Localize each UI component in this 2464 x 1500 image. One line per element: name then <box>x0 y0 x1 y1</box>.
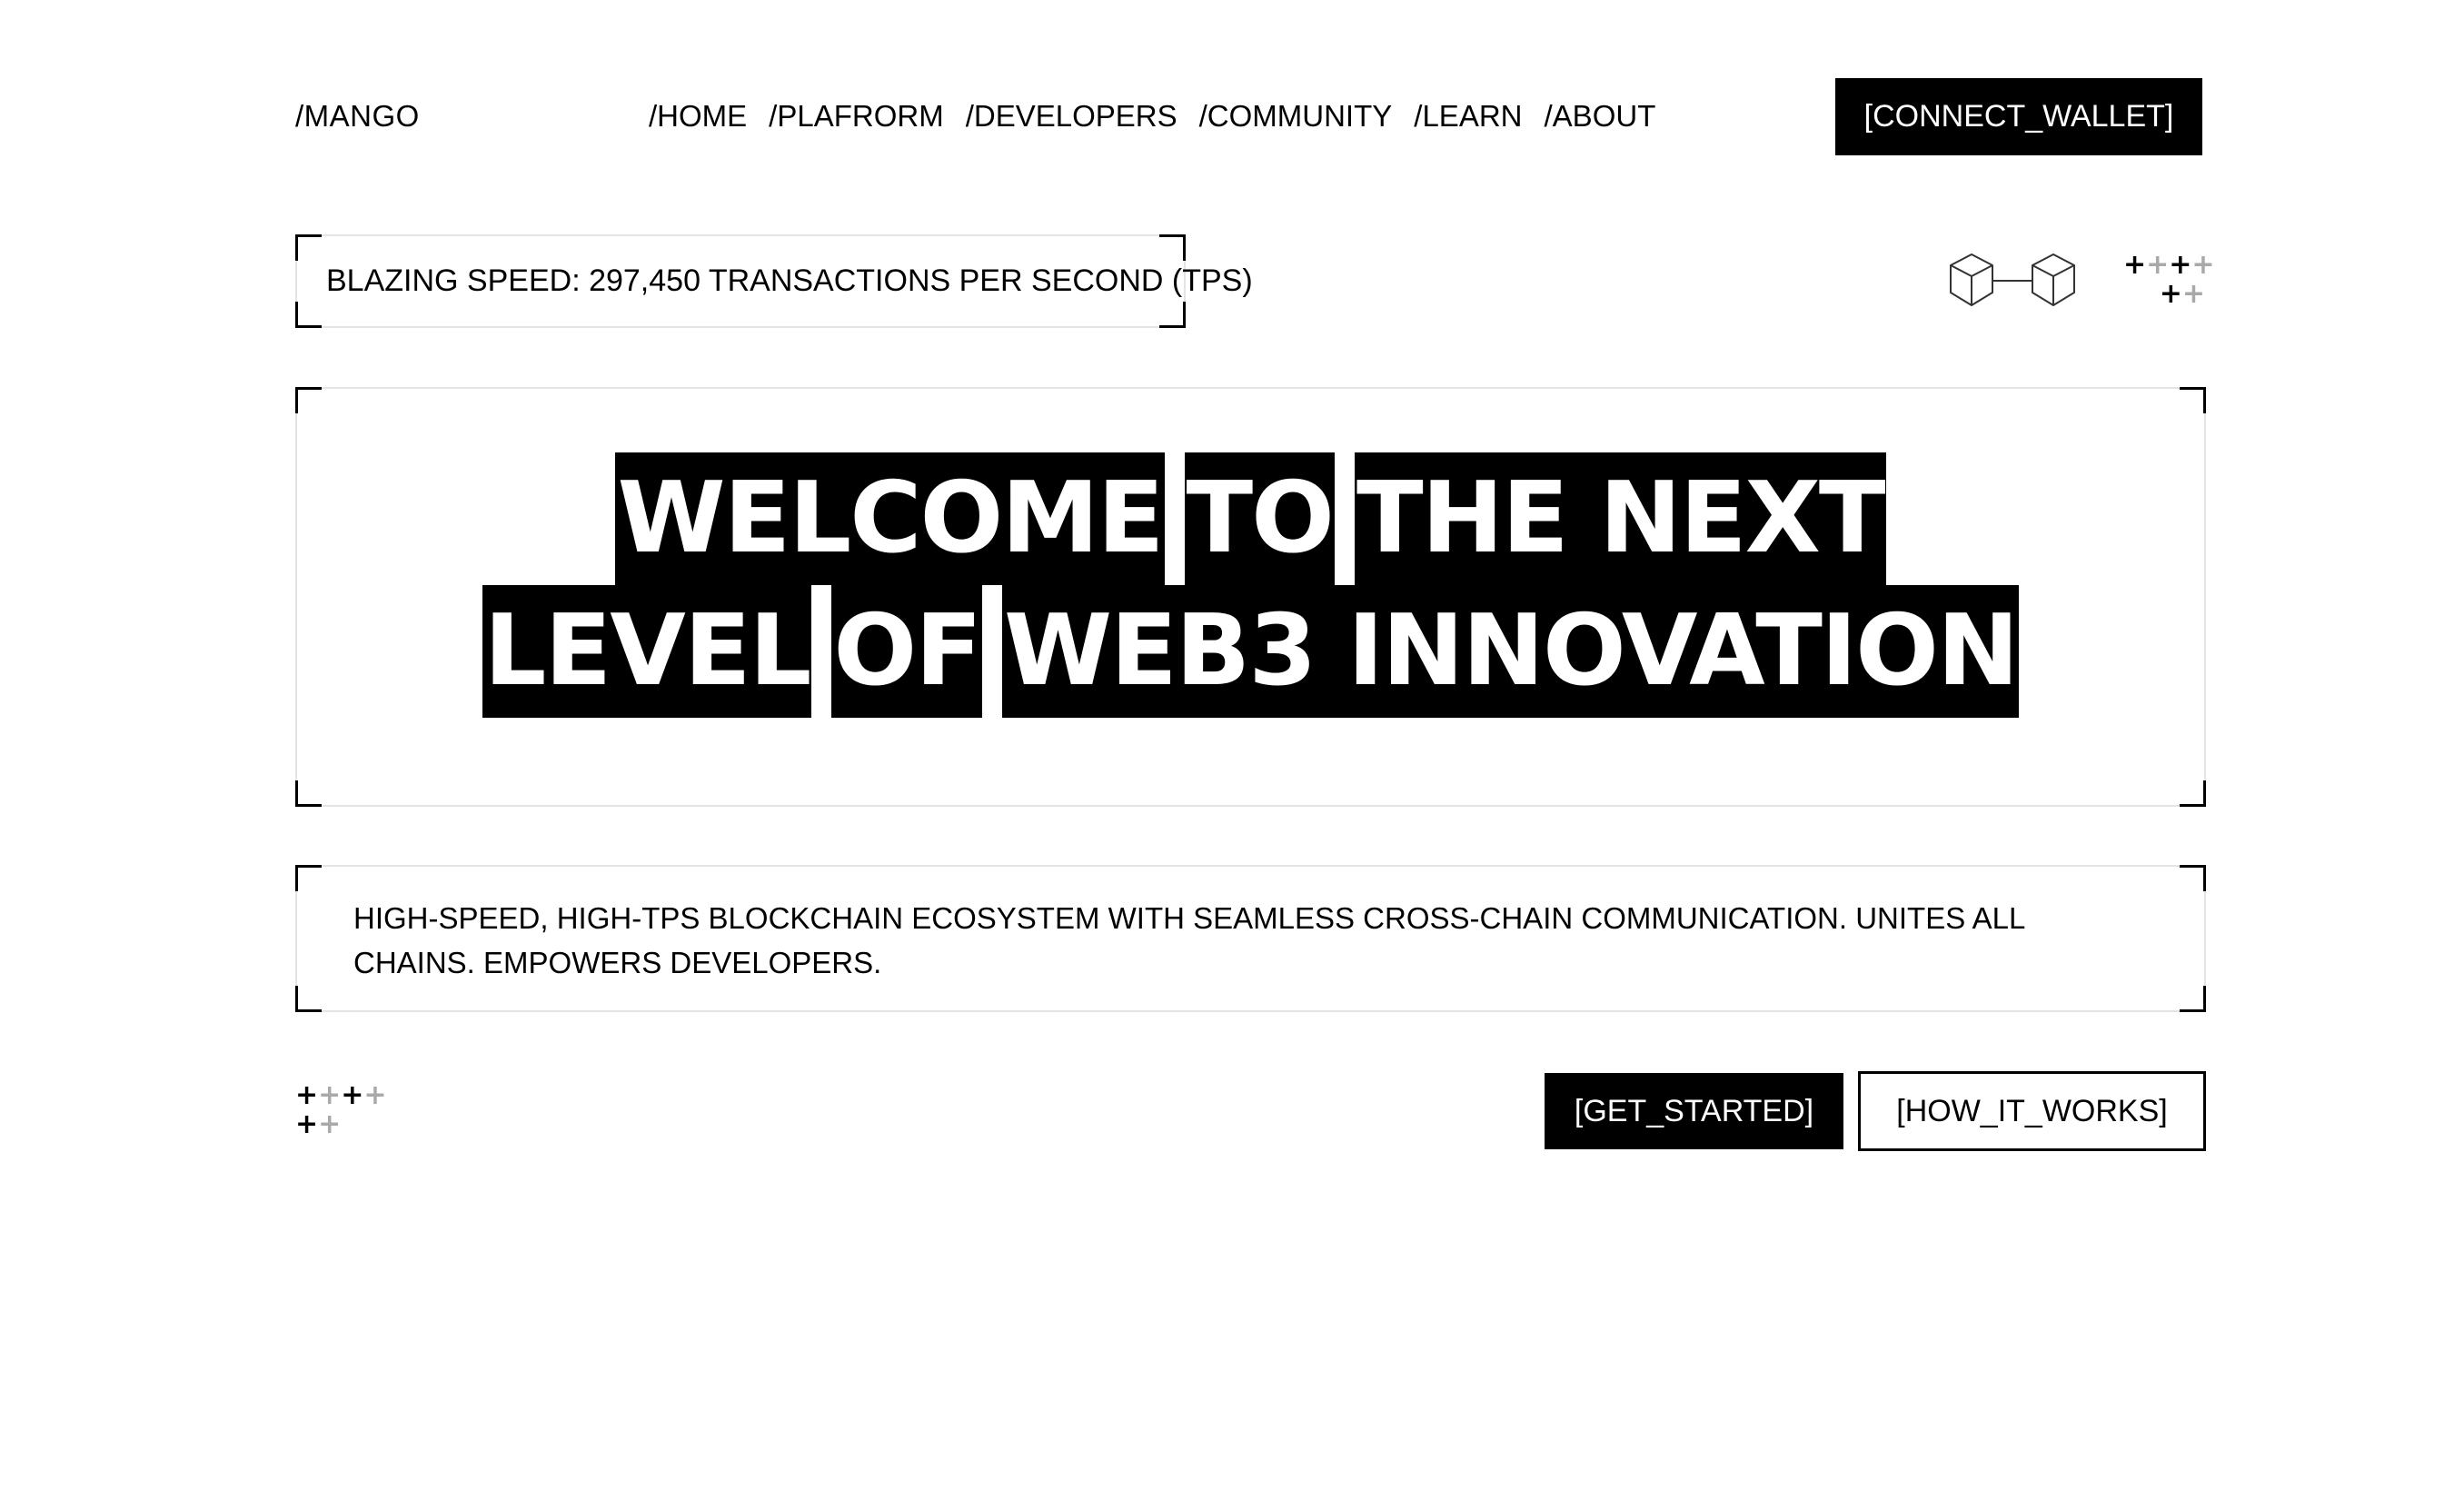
corner-bracket <box>295 387 322 413</box>
hero-box: WELCOME TO THE NEXT LEVEL OF WEB3 INNOVA… <box>295 387 2206 807</box>
landing-page: /MANGO /HOME /PLAFRORM /DEVELOPERS /COMM… <box>0 0 2464 1500</box>
description-text: HIGH-SPEED, HIGH-TPS BLOCKCHAIN ECOSYSTE… <box>353 901 2025 979</box>
hero-word: LEVEL <box>482 585 812 718</box>
hero-line-1: WELCOME TO THE NEXT <box>297 452 2204 585</box>
corner-bracket <box>295 986 322 1012</box>
corner-bracket <box>295 234 322 261</box>
hero-word: WEB3 INNOVATION <box>1002 585 2019 718</box>
corner-bracket <box>2180 986 2206 1012</box>
nav-developers[interactable]: /DEVELOPERS <box>966 98 1177 134</box>
plus-icon: + <box>295 1108 319 1140</box>
nav-home[interactable]: /HOME <box>649 98 747 134</box>
corner-bracket <box>2180 780 2206 807</box>
get-started-button[interactable]: [GET_STARTED] <box>1545 1073 1843 1149</box>
corner-bracket <box>295 302 322 328</box>
logo[interactable]: /MANGO <box>295 98 420 134</box>
plus-pattern-bottom: ++++ ++ <box>295 1081 387 1139</box>
plus-icon: + <box>2169 249 2192 281</box>
plus-icon: + <box>318 1079 342 1111</box>
hero-word: THE NEXT <box>1355 452 1886 585</box>
corner-bracket <box>295 780 322 807</box>
corner-bracket <box>2180 865 2206 891</box>
nav-platform[interactable]: /PLAFRORM <box>769 98 944 134</box>
speed-stat-text: BLAZING SPEED: 297,450 TRANSACTIONS PER … <box>326 263 1253 298</box>
plus-icon: + <box>2181 278 2205 310</box>
nav-learn[interactable]: /LEARN <box>1414 98 1522 134</box>
hero-word: OF <box>831 585 983 718</box>
hero-line-2: LEVEL OF WEB3 INNOVATION <box>297 585 2204 718</box>
plus-icon: + <box>2123 249 2147 281</box>
how-it-works-button[interactable]: [HOW_IT_WORKS] <box>1858 1071 2206 1151</box>
plus-icon: + <box>341 1079 364 1111</box>
plus-icon: + <box>2191 249 2215 281</box>
hero-heading: WELCOME TO THE NEXT LEVEL OF WEB3 INNOVA… <box>297 452 2204 718</box>
nav-about[interactable]: /ABOUT <box>1545 98 1656 134</box>
description-box: HIGH-SPEED, HIGH-TPS BLOCKCHAIN ECOSYSTE… <box>295 865 2206 1012</box>
main-nav: /HOME /PLAFRORM /DEVELOPERS /COMMUNITY /… <box>649 98 1655 134</box>
linked-cubes-icon <box>1950 253 2075 306</box>
plus-icon: + <box>2159 278 2182 310</box>
corner-bracket <box>2180 387 2206 413</box>
plus-icon: + <box>363 1079 387 1111</box>
connect-wallet-button[interactable]: [CONNECT_WALLET] <box>1835 78 2202 155</box>
corner-bracket <box>295 865 322 891</box>
plus-pattern-top: ++++ ++ <box>2123 249 2215 310</box>
hero-word: WELCOME <box>615 452 1165 585</box>
plus-icon: + <box>318 1108 342 1140</box>
hero-word: TO <box>1184 452 1335 585</box>
speed-stat-box: BLAZING SPEED: 297,450 TRANSACTIONS PER … <box>295 234 1253 328</box>
nav-community[interactable]: /COMMUNITY <box>1199 98 1393 134</box>
plus-icon: + <box>295 1079 319 1111</box>
plus-icon: + <box>2146 249 2170 281</box>
